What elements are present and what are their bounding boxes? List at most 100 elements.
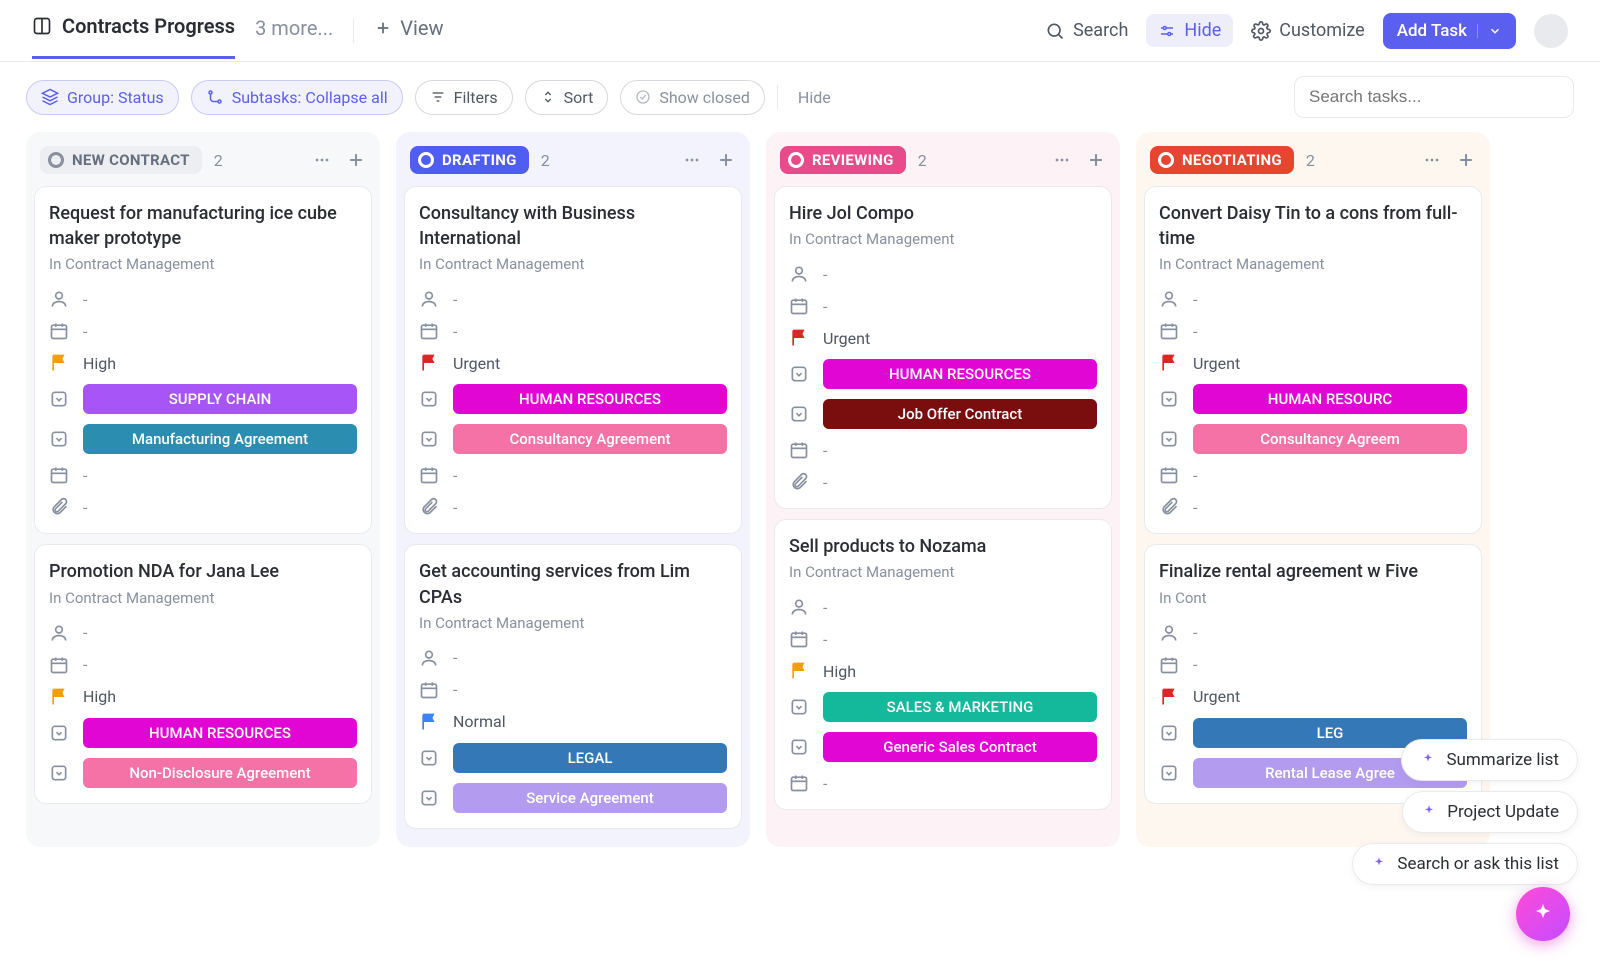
more-icon[interactable] <box>312 150 332 170</box>
card-row[interactable]: High <box>789 655 1097 687</box>
card-row[interactable]: - <box>1159 459 1467 491</box>
card-row[interactable]: - <box>1159 315 1467 347</box>
card-row[interactable]: - <box>1159 283 1467 315</box>
badge[interactable]: Non-Disclosure Agreement <box>83 758 357 788</box>
badge[interactable]: SALES & MARKETING <box>823 692 1097 722</box>
card-row[interactable]: Service Agreement <box>419 778 727 818</box>
card-row[interactable]: - <box>419 642 727 674</box>
search-tasks-input[interactable] <box>1294 76 1574 118</box>
badge[interactable]: Service Agreement <box>453 783 727 813</box>
search-button[interactable]: Search <box>1045 20 1128 41</box>
task-card[interactable]: Hire Jol CompoIn Contract Management--Ur… <box>774 186 1112 509</box>
customize-button[interactable]: Customize <box>1251 20 1364 41</box>
card-row[interactable]: - <box>1159 649 1467 681</box>
tabs-more[interactable]: 3 more... <box>255 16 333 58</box>
add-card-icon[interactable] <box>716 150 736 170</box>
card-row[interactable]: - <box>789 623 1097 655</box>
card-row[interactable]: - <box>419 459 727 491</box>
status-chip[interactable]: REVIEWING <box>780 146 906 174</box>
avatar[interactable] <box>1534 14 1568 48</box>
card-row[interactable]: LEGAL <box>419 738 727 778</box>
card-row[interactable]: - <box>49 315 357 347</box>
card-row[interactable]: - <box>49 491 357 523</box>
task-card[interactable]: Convert Daisy Tin to a cons from full-ti… <box>1144 186 1482 534</box>
add-task-button[interactable]: Add Task <box>1383 13 1516 49</box>
card-row[interactable]: Urgent <box>419 347 727 379</box>
card-row[interactable]: High <box>49 681 357 713</box>
more-icon[interactable] <box>1052 150 1072 170</box>
card-row[interactable]: SALES & MARKETING <box>789 687 1097 727</box>
status-chip[interactable]: NEW CONTRACT <box>40 146 202 174</box>
card-row[interactable]: - <box>1159 491 1467 523</box>
task-card[interactable]: Get accounting services from Lim CPAsIn … <box>404 544 742 828</box>
badge[interactable]: SUPPLY CHAIN <box>83 384 357 414</box>
task-card[interactable]: Consultancy with Business InternationalI… <box>404 186 742 534</box>
card-row[interactable]: High <box>49 347 357 379</box>
status-chip[interactable]: DRAFTING <box>410 146 529 174</box>
card-row[interactable]: Consultancy Agreement <box>419 419 727 459</box>
add-view-button[interactable]: View <box>374 16 443 58</box>
more-icon[interactable] <box>682 150 702 170</box>
card-row[interactable]: - <box>789 258 1097 290</box>
add-card-icon[interactable] <box>346 150 366 170</box>
add-card-icon[interactable] <box>1086 150 1106 170</box>
card-row[interactable]: - <box>419 315 727 347</box>
card-row[interactable]: - <box>789 290 1097 322</box>
card-row[interactable]: - <box>49 649 357 681</box>
card-row[interactable]: Non-Disclosure Agreement <box>49 753 357 793</box>
subtasks-pill[interactable]: Subtasks: Collapse all <box>191 80 403 115</box>
card-row[interactable]: Generic Sales Contract <box>789 727 1097 767</box>
badge[interactable]: Generic Sales Contract <box>823 732 1097 762</box>
ai-fab[interactable] <box>1516 887 1570 941</box>
show-closed-pill[interactable]: Show closed <box>620 80 765 115</box>
badge[interactable]: Manufacturing Agreement <box>83 424 357 454</box>
more-icon[interactable] <box>1422 150 1442 170</box>
card-row[interactable]: - <box>419 491 727 523</box>
toolbar-hide[interactable]: Hide <box>790 88 839 107</box>
add-card-icon[interactable] <box>1456 150 1476 170</box>
card-row[interactable]: Urgent <box>1159 347 1467 379</box>
card-row[interactable]: SUPPLY CHAIN <box>49 379 357 419</box>
card-row[interactable]: HUMAN RESOURCES <box>49 713 357 753</box>
card-row[interactable]: HUMAN RESOURC <box>1159 379 1467 419</box>
badge[interactable]: HUMAN RESOURC <box>1193 384 1467 414</box>
card-row[interactable]: - <box>789 466 1097 498</box>
card-row[interactable]: HUMAN RESOURCES <box>419 379 727 419</box>
ai-project-update[interactable]: Project Update <box>1402 791 1578 833</box>
card-row[interactable]: Urgent <box>1159 681 1467 713</box>
tab-contracts-progress[interactable]: Contracts Progress <box>32 14 235 59</box>
status-chip[interactable]: NEGOTIATING <box>1150 146 1294 174</box>
badge[interactable]: Consultancy Agreem <box>1193 424 1467 454</box>
chevron-down-icon[interactable] <box>1477 24 1502 38</box>
filters-pill[interactable]: Filters <box>415 80 513 115</box>
card-row[interactable]: - <box>789 591 1097 623</box>
badge[interactable]: Job Offer Contract <box>823 399 1097 429</box>
ai-summarize[interactable]: Summarize list <box>1401 739 1578 781</box>
card-row[interactable]: - <box>1159 617 1467 649</box>
card-row[interactable]: Job Offer Contract <box>789 394 1097 434</box>
badge[interactable]: HUMAN RESOURCES <box>83 718 357 748</box>
task-card[interactable]: Promotion NDA for Jana LeeIn Contract Ma… <box>34 544 372 803</box>
task-card[interactable]: Sell products to NozamaIn Contract Manag… <box>774 519 1112 810</box>
card-row[interactable]: Urgent <box>789 322 1097 354</box>
card-row[interactable]: - <box>49 617 357 649</box>
badge[interactable]: Consultancy Agreement <box>453 424 727 454</box>
card-row[interactable]: HUMAN RESOURCES <box>789 354 1097 394</box>
card-row[interactable]: Manufacturing Agreement <box>49 419 357 459</box>
badge[interactable]: HUMAN RESOURCES <box>453 384 727 414</box>
group-pill[interactable]: Group: Status <box>26 80 179 115</box>
card-row[interactable]: - <box>49 459 357 491</box>
hide-button[interactable]: Hide <box>1146 14 1233 47</box>
card-row[interactable]: - <box>789 434 1097 466</box>
card-row[interactable]: - <box>789 767 1097 799</box>
badge[interactable]: LEGAL <box>453 743 727 773</box>
badge[interactable]: HUMAN RESOURCES <box>823 359 1097 389</box>
card-row[interactable]: Consultancy Agreem <box>1159 419 1467 459</box>
card-row[interactable]: - <box>419 674 727 706</box>
card-row[interactable]: - <box>419 283 727 315</box>
card-row[interactable]: - <box>49 283 357 315</box>
sort-pill[interactable]: Sort <box>525 80 609 115</box>
card-row[interactable]: Normal <box>419 706 727 738</box>
ai-search[interactable]: Search or ask this list <box>1352 843 1578 885</box>
task-card[interactable]: Request for manufacturing ice cube maker… <box>34 186 372 534</box>
